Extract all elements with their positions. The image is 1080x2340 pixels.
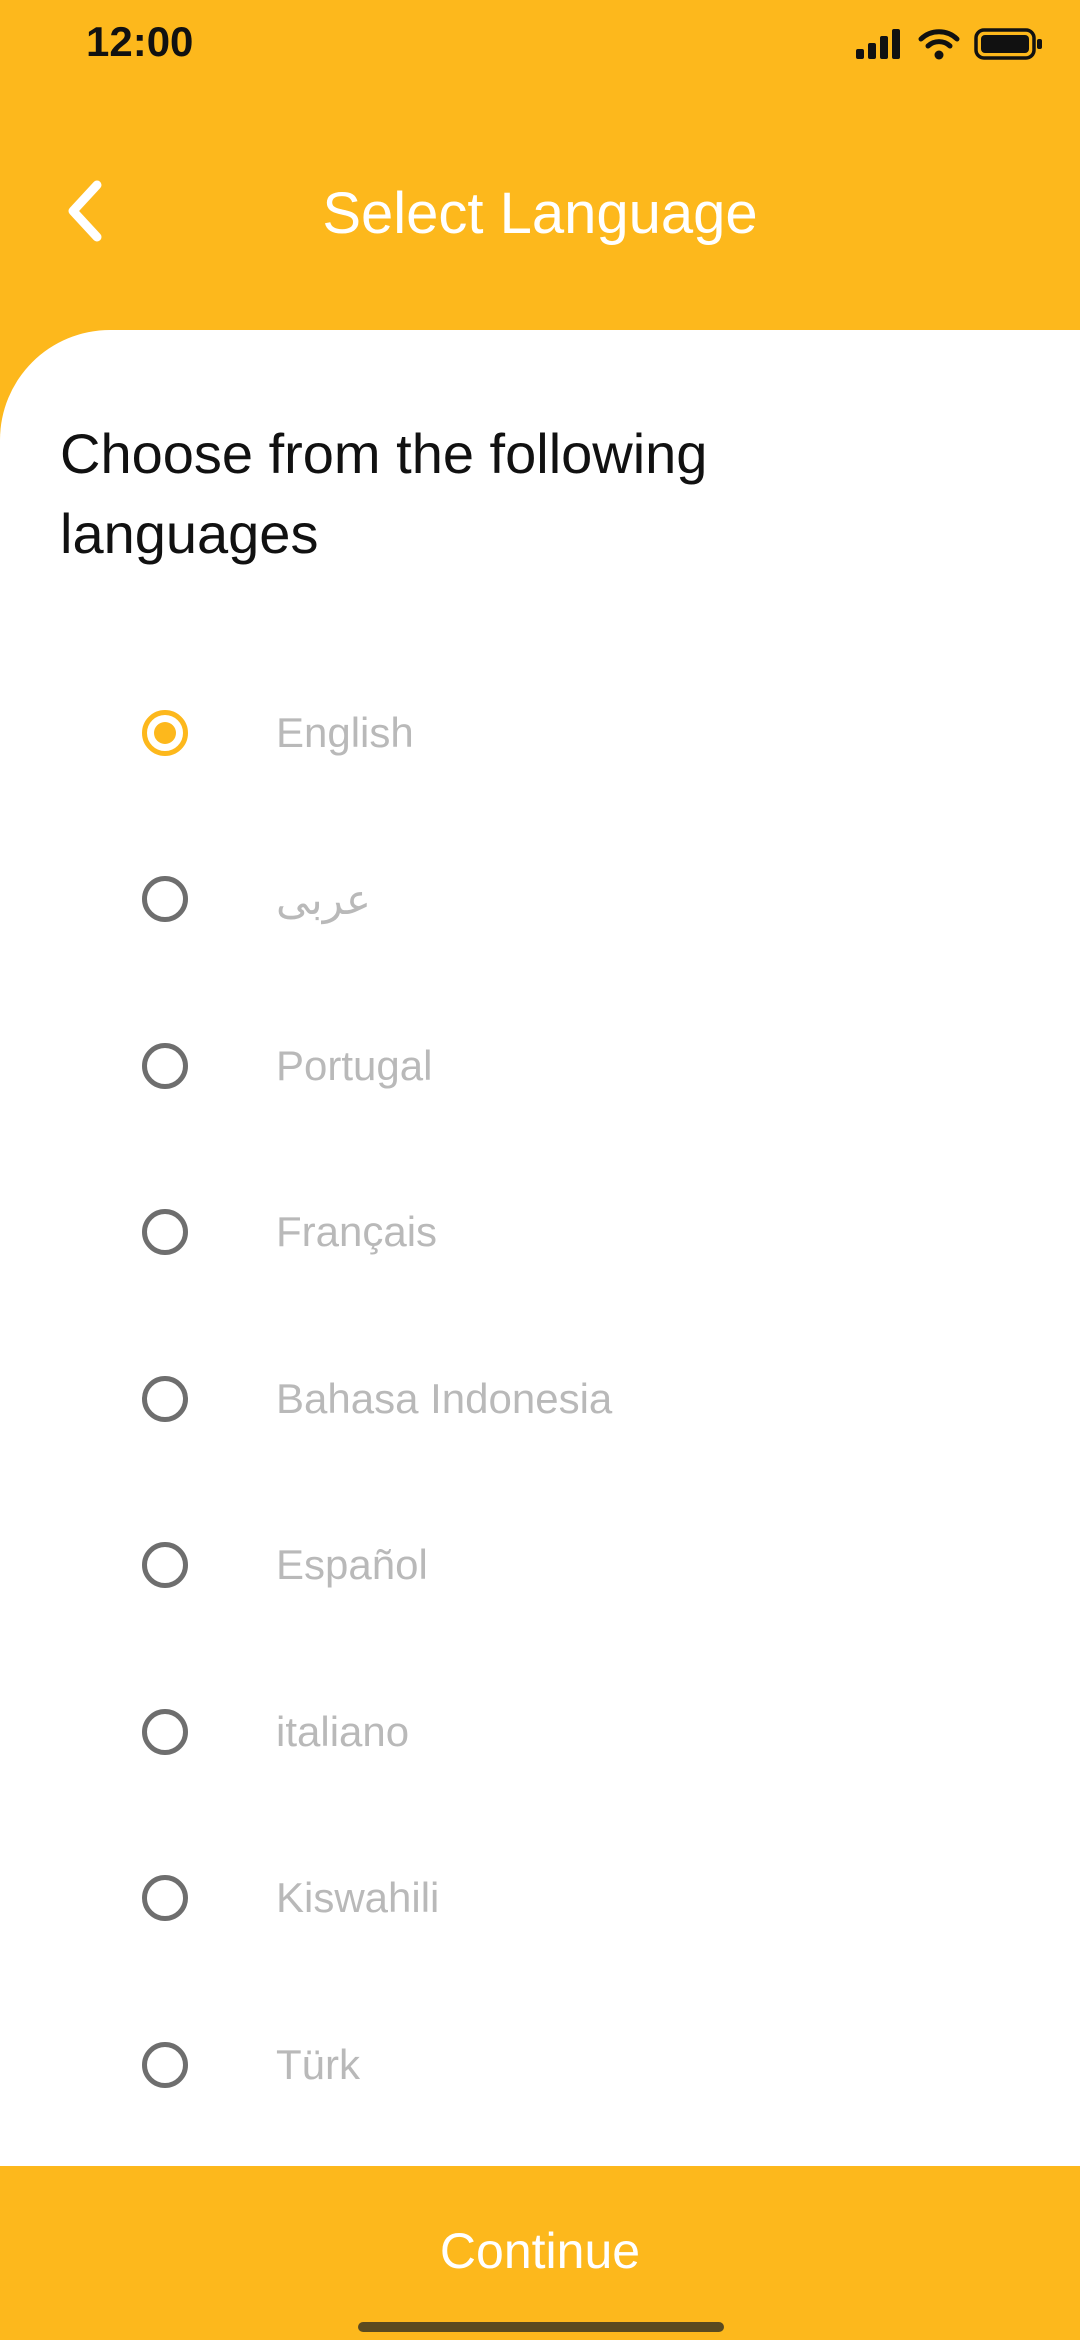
- battery-icon: [974, 27, 1044, 66]
- radio-unselected-icon[interactable]: [142, 1875, 188, 1921]
- language-option-bahasa-indonesia[interactable]: Bahasa Indonesia: [120, 1344, 1020, 1454]
- radio-unselected-icon[interactable]: [142, 876, 188, 922]
- signal-icon: [856, 28, 904, 64]
- home-indicator[interactable]: [358, 2322, 724, 2332]
- status-bar: 12:00: [0, 0, 1080, 96]
- continue-button[interactable]: Continue: [0, 2166, 1080, 2340]
- status-icons: [856, 26, 1044, 66]
- language-option-italiano[interactable]: italiano: [120, 1677, 1020, 1787]
- language-label: عربى: [276, 875, 371, 923]
- wifi-icon: [918, 28, 960, 65]
- continue-label: Continue: [439, 2223, 641, 2279]
- language-label: Bahasa Indonesia: [276, 1375, 613, 1422]
- language-option-turk[interactable]: Türk: [120, 2010, 1020, 2120]
- radio-unselected-icon[interactable]: [142, 1209, 188, 1255]
- language-option-portugal[interactable]: Portugal: [120, 1011, 1020, 1121]
- radio-unselected-icon[interactable]: [142, 1376, 188, 1422]
- status-time: 12:00: [86, 18, 194, 65]
- language-label: Español: [276, 1541, 428, 1588]
- language-label: English: [276, 709, 414, 756]
- section-heading: Choose from the following languages: [60, 422, 708, 565]
- language-option-english[interactable]: English: [120, 678, 1020, 788]
- language-label: italiano: [276, 1708, 410, 1755]
- language-label: Türk: [276, 2041, 360, 2088]
- radio-unselected-icon[interactable]: [142, 1542, 188, 1588]
- language-label: Français: [276, 1208, 438, 1255]
- language-label: Portugal: [276, 1042, 433, 1089]
- language-option-kiswahili[interactable]: Kiswahili: [120, 1843, 1020, 1953]
- radio-unselected-icon[interactable]: [142, 1043, 188, 1089]
- page-title: Select Language: [322, 181, 758, 246]
- radio-unselected-icon[interactable]: [142, 1709, 188, 1755]
- language-select-screen: 12:00 Select Language Choose from the fo…: [0, 0, 1080, 2340]
- radio-selected-icon[interactable]: [142, 710, 188, 756]
- radio-unselected-icon[interactable]: [142, 2042, 188, 2088]
- content-panel: Choose from the following languages Engl…: [0, 330, 1080, 2166]
- language-option-espanol[interactable]: Español: [120, 1510, 1020, 1620]
- language-option-francais[interactable]: Français: [120, 1177, 1020, 1287]
- radio-dot: [154, 722, 176, 744]
- app-header: Select Language: [0, 150, 1080, 280]
- language-option-arabic[interactable]: عربى: [120, 844, 1020, 954]
- language-label: Kiswahili: [276, 1874, 440, 1921]
